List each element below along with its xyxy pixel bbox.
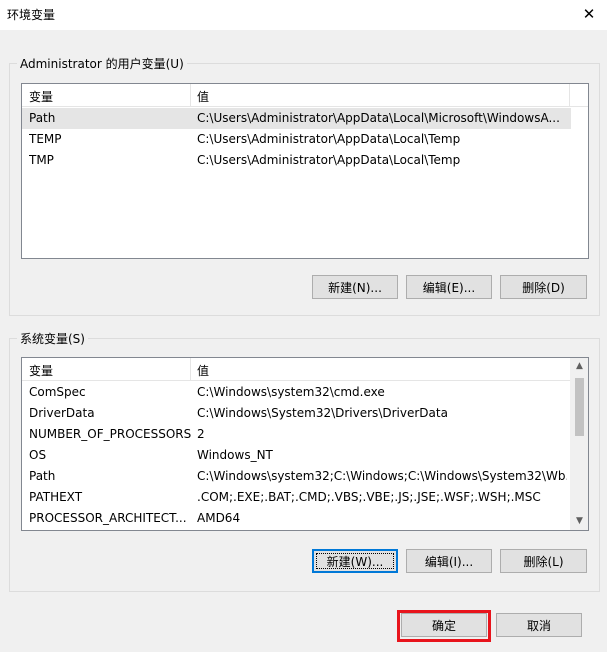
button-label: 新建(N)... [328,281,382,295]
system-delete-button[interactable]: 删除(L) [500,549,587,573]
user-list-header: 变量 值 [22,84,588,107]
system-variables-list[interactable]: 变量 值 ComSpec C:\Windows\system32\cmd.exe… [21,357,589,531]
variable-name: PATHEXT [29,490,83,504]
column-header-variable[interactable]: 变量 [29,362,53,379]
variable-value: AMD64 [197,511,241,525]
button-label: 编辑(I)... [424,555,474,569]
variable-value: C:\Windows\System32\Drivers\DriverData [197,406,448,420]
variable-value: C:\Windows\system32;C:\Windows;C:\Window… [197,469,567,483]
system-edit-button[interactable]: 编辑(I)... [406,549,492,573]
user-edit-button[interactable]: 编辑(E)... [406,275,492,299]
variable-value: .COM;.EXE;.BAT;.CMD;.VBS;.VBE;.JS;.JSE;.… [197,490,541,504]
table-row[interactable]: OS Windows_NT [22,445,570,466]
variable-name: DriverData [29,406,95,420]
variable-name: TMP [29,153,54,167]
button-label: 取消 [526,619,551,633]
variable-value: Windows_NT [197,448,273,462]
variable-name: NUMBER_OF_PROCESSORS [29,427,192,441]
button-label: 删除(L) [523,555,564,569]
variable-value: 2 [197,427,205,441]
table-row[interactable]: PATHEXT .COM;.EXE;.BAT;.CMD;.VBS;.VBE;.J… [22,487,570,508]
user-new-button[interactable]: 新建(N)... [312,275,398,299]
variable-value: C:\Users\Administrator\AppData\Local\Tem… [197,153,461,167]
variable-name: PROCESSOR_ARCHITECT... [29,511,187,525]
table-row[interactable]: DriverData C:\Windows\System32\Drivers\D… [22,403,570,424]
variable-value: C:\Windows\system32\cmd.exe [197,385,385,399]
column-separator[interactable] [190,84,191,106]
system-new-button[interactable]: 新建(W)... [312,549,398,573]
column-header-variable[interactable]: 变量 [29,88,53,105]
cancel-button[interactable]: 取消 [496,613,582,637]
window-title: 环境变量 [7,8,56,22]
button-label: 编辑(E)... [422,281,476,295]
title-bar: 环境变量 ✕ [0,0,607,30]
column-separator[interactable] [190,358,191,380]
button-label: 新建(W)... [326,555,384,569]
user-variables-label: Administrator 的用户变量(U) [17,55,187,72]
variable-value: C:\Users\Administrator\AppData\Local\Mic… [197,111,560,125]
scroll-up-arrow-icon[interactable]: ▲ [571,358,588,375]
variable-name: TEMP [29,132,62,146]
table-row[interactable]: TEMP C:\Users\Administrator\AppData\Loca… [22,129,571,150]
close-icon[interactable]: ✕ [577,2,601,26]
button-label: 删除(D) [522,281,565,295]
scroll-down-arrow-icon[interactable]: ▼ [571,513,588,530]
scrollbar-thumb[interactable] [575,378,584,436]
variable-value: C:\Users\Administrator\AppData\Local\Tem… [197,132,461,146]
table-row[interactable]: Path C:\Windows\system32;C:\Windows;C:\W… [22,466,570,487]
column-separator[interactable] [569,84,570,106]
column-header-value[interactable]: 值 [197,88,209,105]
vertical-scrollbar[interactable]: ▲ ▼ [570,358,588,530]
table-row[interactable]: PROCESSOR_ARCHITECT... AMD64 [22,508,570,529]
system-variables-label: 系统变量(S) [17,330,88,347]
table-row[interactable]: NUMBER_OF_PROCESSORS 2 [22,424,570,445]
variable-name: Path [29,111,56,125]
user-variables-list[interactable]: 变量 值 Path C:\Users\Administrator\AppData… [21,83,589,259]
table-row[interactable]: ComSpec C:\Windows\system32\cmd.exe [22,382,570,403]
variable-name: ComSpec [29,385,86,399]
column-header-value[interactable]: 值 [197,362,209,379]
system-list-header: 变量 值 [22,358,570,381]
variable-name: OS [29,448,47,462]
annotation-highlight-box [397,610,491,642]
table-row[interactable]: TMP C:\Users\Administrator\AppData\Local… [22,150,571,171]
user-delete-button[interactable]: 删除(D) [500,275,587,299]
table-row[interactable]: Path C:\Users\Administrator\AppData\Loca… [22,108,571,129]
variable-name: Path [29,469,56,483]
